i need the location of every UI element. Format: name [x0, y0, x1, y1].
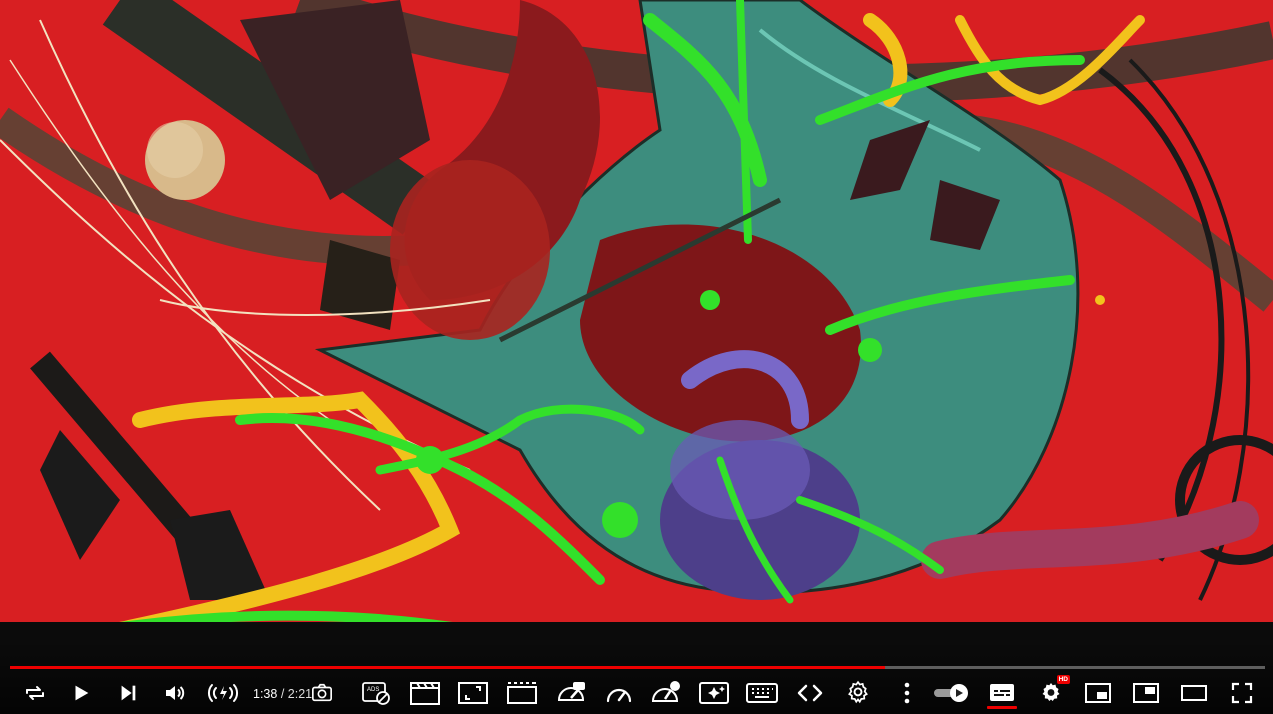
artwork-illustration	[0, 0, 1273, 622]
subtitles-icon[interactable]	[984, 677, 1020, 709]
video-frame[interactable]	[0, 0, 1273, 622]
miniplayer-icon[interactable]	[1082, 677, 1114, 709]
time-current: 1:38	[253, 687, 278, 701]
volume-icon[interactable]	[160, 677, 190, 709]
loop-icon[interactable]	[20, 677, 50, 709]
theater-mode-icon[interactable]	[1178, 677, 1210, 709]
autoplay-toggle[interactable]	[930, 677, 972, 709]
video-player[interactable]: 1:38 / 2:21 ADS HD	[0, 0, 1273, 714]
progress-bar[interactable]	[10, 666, 1265, 669]
subtitles-active-indicator	[987, 706, 1017, 709]
control-bar: 1:38 / 2:21 ADS HD	[0, 674, 1273, 712]
audio-enhance-icon[interactable]	[204, 677, 242, 709]
more-options-icon[interactable]	[894, 677, 920, 709]
settings-icon[interactable]: HD	[1035, 675, 1070, 709]
progress-played	[10, 666, 885, 669]
time-display: 1:38 / 2:21	[253, 684, 312, 704]
play-icon[interactable]	[66, 677, 96, 709]
time-separator: /	[277, 687, 288, 701]
screenshot-icon[interactable]	[308, 677, 336, 709]
fullscreen-icon[interactable]	[1226, 677, 1258, 709]
speed-badge-icon[interactable]	[554, 677, 588, 709]
code-icon[interactable]	[794, 677, 826, 709]
pip-icon[interactable]	[1130, 677, 1162, 709]
speed-pro-icon[interactable]	[648, 677, 684, 709]
gear-icon[interactable]	[842, 677, 874, 709]
hd-badge: HD	[1056, 675, 1070, 684]
cinema-mode-icon[interactable]	[504, 677, 540, 709]
next-icon[interactable]	[113, 677, 143, 709]
sparkle-icon[interactable]	[697, 677, 731, 709]
svg-text:ADS: ADS	[367, 687, 379, 693]
ads-block-icon[interactable]: ADS	[360, 677, 394, 709]
clapperboard-icon[interactable]	[408, 677, 442, 709]
keyboard-icon[interactable]	[744, 677, 780, 709]
speedometer-icon[interactable]	[602, 677, 636, 709]
frame-size-icon[interactable]	[456, 677, 490, 709]
